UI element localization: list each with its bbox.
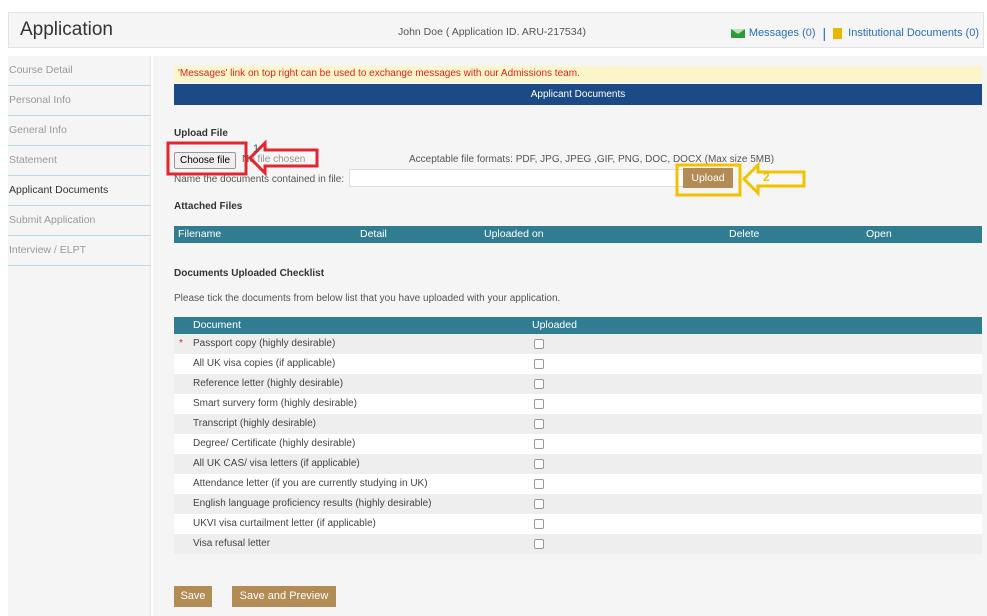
page-title: Application (20, 19, 113, 40)
col-delete: Delete (729, 228, 760, 240)
checklist-row: Degree/ Certificate (highly desirable) (174, 434, 982, 454)
sidebar-item-applicant-documents[interactable]: Applicant Documents (8, 176, 150, 206)
document-icon (833, 27, 843, 39)
checklist-item-label: Attendance letter (if you are currently … (193, 478, 428, 489)
checklist-row: Reference letter (highly desirable) (174, 374, 982, 394)
checklist-item-label: UKVI visa curtailment letter (if applica… (193, 518, 376, 529)
sidebar-item-interview-elpt[interactable]: Interview / ELPT (8, 236, 150, 266)
attached-files-heading: Attached Files (174, 201, 243, 212)
checklist-row: Visa refusal letter (174, 534, 982, 554)
sidebar-item-submit-application[interactable]: Submit Application (8, 206, 150, 236)
checklist-item-label: Reference letter (highly desirable) (193, 378, 344, 389)
checklist-row: UKVI visa curtailment letter (if applica… (174, 514, 982, 534)
main-content: 'Messages' link on top right can be used… (153, 56, 987, 616)
uploaded-checkbox[interactable] (534, 479, 544, 489)
checklist-item-label: Passport copy (highly desirable) (193, 338, 336, 349)
sidebar-item-course-detail[interactable]: Course Detail (8, 56, 150, 86)
col-document: Document (193, 319, 241, 331)
uploaded-checkbox[interactable] (534, 539, 544, 549)
col-uploaded-on: Uploaded on (484, 228, 544, 240)
checklist-item-label: English language proficiency results (hi… (193, 498, 432, 509)
checklist-help-text: Please tick the documents from below lis… (174, 293, 561, 304)
checklist-row: Attendance letter (if you are currently … (174, 474, 982, 494)
required-marker: * (179, 338, 183, 349)
sidebar-item-general-info[interactable]: General Info (8, 116, 150, 146)
checklist-item-label: All UK CAS/ visa letters (if applicable) (193, 458, 360, 469)
app-header: Application John Doe ( Application ID. A… (8, 12, 984, 48)
checklist-header: Document Uploaded (174, 317, 982, 334)
checklist-row: * Passport copy (highly desirable) (174, 334, 982, 354)
checklist-heading: Documents Uploaded Checklist (174, 268, 325, 279)
checklist-row: Smart survery form (highly desirable) (174, 394, 982, 414)
no-file-chosen-text: No file chosen (242, 154, 306, 165)
checklist-row: All UK visa copies (if applicable) (174, 354, 982, 374)
uploaded-checkbox[interactable] (534, 459, 544, 469)
institutional-documents-link[interactable]: Institutional Documents (0) (848, 27, 979, 39)
upload-file-heading: Upload File (174, 128, 228, 139)
checklist-rows: * Passport copy (highly desirable) All U… (174, 334, 982, 554)
checklist-row: English language proficiency results (hi… (174, 494, 982, 514)
uploaded-checkbox[interactable] (534, 379, 544, 389)
checklist-row: All UK CAS/ visa letters (if applicable) (174, 454, 982, 474)
checklist-item-label: Transcript (highly desirable) (193, 418, 317, 429)
uploaded-checkbox[interactable] (534, 439, 544, 449)
save-and-preview-button[interactable]: Save and Preview (232, 586, 336, 607)
col-filename: Filename (178, 228, 222, 240)
document-name-input[interactable] (349, 169, 689, 187)
uploaded-checkbox[interactable] (534, 519, 544, 529)
uploaded-checkbox[interactable] (534, 399, 544, 409)
messages-link[interactable]: Messages (0) (749, 27, 816, 39)
sidebar-item-personal-info[interactable]: Personal Info (8, 86, 150, 116)
save-button[interactable]: Save (174, 586, 212, 607)
document-name-label: Name the documents contained in file: (174, 174, 345, 185)
step-2-marker: 2 (763, 170, 770, 184)
uploaded-checkbox[interactable] (534, 359, 544, 369)
section-title-bar: Applicant Documents (174, 84, 982, 105)
acceptable-formats-text: Acceptable file formats: PDF, JPG, JPEG … (409, 154, 775, 165)
step-1-marker: 1 (253, 143, 260, 155)
messages-notice: 'Messages' link on top right can be used… (174, 66, 982, 82)
checklist-item-label: All UK visa copies (if applicable) (193, 358, 336, 369)
envelope-icon (730, 28, 745, 38)
checklist-row: Transcript (highly desirable) (174, 414, 982, 434)
header-links: Messages (0) | Institutional Documents (… (730, 25, 979, 41)
sidebar: Course Detail Personal Info General Info… (8, 56, 151, 616)
checklist-item-label: Smart survery form (highly desirable) (193, 398, 357, 409)
upload-button[interactable]: Upload (683, 168, 733, 188)
checklist-item-label: Degree/ Certificate (highly desirable) (193, 438, 356, 449)
checklist-item-label: Visa refusal letter (193, 538, 271, 549)
col-open: Open (866, 228, 892, 240)
col-detail: Detail (360, 228, 387, 240)
col-uploaded: Uploaded (532, 319, 577, 331)
uploaded-checkbox[interactable] (534, 499, 544, 509)
header-separator: | (822, 25, 827, 41)
choose-file-button[interactable]: Choose file (174, 152, 236, 169)
attached-files-header: Filename Detail Uploaded on Delete Open (174, 226, 982, 243)
uploaded-checkbox[interactable] (534, 419, 544, 429)
sidebar-item-statement[interactable]: Statement (8, 146, 150, 176)
applicant-info: John Doe ( Application ID. ARU-217534) (398, 26, 586, 38)
uploaded-checkbox[interactable] (534, 339, 544, 349)
